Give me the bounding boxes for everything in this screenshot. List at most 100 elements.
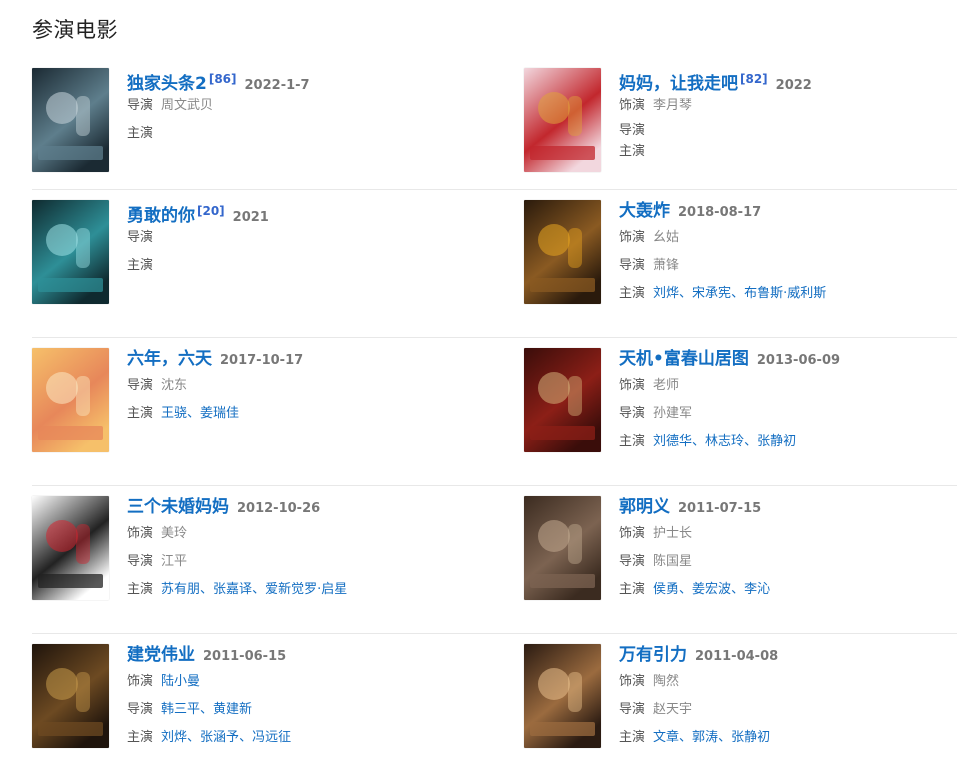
person-link[interactable]: 侯勇 [653,582,679,597]
person-link[interactable]: 韩三平 [161,702,200,717]
film-card: 三个未婚妈妈 2012-10-26 饰演 美玲 导演 江平 主演 苏有朋、张嘉译、爱新觉罗·启… [32,496,462,606]
film-title-line: 天机•富春山居图 2013-06-09 [619,346,949,372]
person-link[interactable]: 王骁 [161,406,187,421]
name-separator: 、 [679,730,693,745]
credit-label: 导演 [127,702,154,717]
film-title-line: 勇敢的你 [20] 2021 [127,198,457,226]
credit-line: 导演 萧锋 [619,252,949,280]
credit-label: 导演 [619,702,646,717]
name-separator: 、 [731,582,745,597]
person-link[interactable]: 林志玲 [705,434,744,449]
person-link[interactable]: 李沁 [744,582,770,597]
film-title-link[interactable]: 万有引力 [619,645,687,665]
release-date: 2022-1-7 [244,78,310,93]
film-poster-image[interactable] [524,200,601,304]
release-date: 2018-08-17 [678,205,762,220]
person-name: 沈东 [161,378,188,393]
film-row: 六年，六天 2017-10-17 导演 沈东 主演 王骁、姜瑞佳 天机•富春山居图 2013-… [32,338,957,486]
film-title-link[interactable]: 独家头条2 [127,74,207,94]
person-name: 老师 [653,378,680,393]
film-title-link[interactable]: 三个未婚妈妈 [127,497,229,517]
film-poster-image[interactable] [524,496,601,600]
person-link[interactable]: 张静初 [731,730,770,745]
credit-label: 主演 [619,582,646,597]
film-poster-image[interactable] [524,68,601,172]
person-link[interactable]: 姜瑞佳 [200,406,239,421]
credit-label: 导演 [619,123,646,138]
release-date: 2021 [232,210,269,225]
credit-line: 主演 [127,252,457,280]
film-card: 郭明义 2011-07-15 饰演 护士长 导演 陈国星 主演 侯勇、姜宏波、李沁 [524,496,954,606]
credit-label: 主演 [619,144,646,159]
person-link[interactable]: 陆小曼 [161,674,200,689]
film-info: 妈妈，让我走吧 [82] 2022 饰演 李月琴导演主演 [619,66,949,162]
film-title-link[interactable]: 建党伟业 [127,645,195,665]
credit-line: 导演 江平 [127,548,457,576]
person-link[interactable]: 文章 [653,730,679,745]
film-card: 天机•富春山居图 2013-06-09 饰演 老师 导演 孙建军 主演 刘德华、林志玲、张静初 [524,348,954,458]
film-title-link[interactable]: 妈妈，让我走吧 [619,74,738,94]
person-link[interactable]: 爱新觉罗·启星 [265,582,347,597]
credit-line: 导演 [127,224,457,252]
credit-label: 饰演 [619,674,646,689]
credit-line: 主演 [619,141,949,162]
person-link[interactable]: 张静初 [757,434,796,449]
credit-label: 导演 [127,378,154,393]
film-poster-image[interactable] [32,644,109,748]
film-title-link[interactable]: 勇敢的你 [127,206,195,226]
film-poster-image[interactable] [32,68,109,172]
reference-link[interactable]: [82] [740,72,768,86]
film-title-link[interactable]: 郭明义 [619,497,670,517]
film-poster-image[interactable] [32,200,109,304]
credit-line: 饰演 幺姑 [619,224,949,252]
section-title: 参演电影 [32,18,118,42]
film-poster-image[interactable] [524,348,601,452]
release-date: 2013-06-09 [756,353,841,368]
film-poster-image[interactable] [32,348,109,452]
person-name: 护士长 [653,526,693,541]
person-link[interactable]: 布鲁斯·威利斯 [744,286,826,301]
release-date: 2011-07-15 [678,501,762,516]
credit-label: 导演 [619,406,646,421]
credit-line: 导演 陈国星 [619,548,949,576]
person-link[interactable]: 刘烨 [161,730,187,745]
person-link[interactable]: 张嘉译 [213,582,252,597]
person-link[interactable]: 苏有朋 [161,582,200,597]
credit-line: 主演 侯勇、姜宏波、李沁 [619,576,949,604]
film-info: 六年，六天 2017-10-17 导演 沈东 主演 王骁、姜瑞佳 [127,346,457,428]
film-title-line: 大轰炸 2018-08-17 [619,198,949,224]
name-separator: 、 [731,286,745,301]
person-link[interactable]: 冯远征 [252,730,291,745]
person-link[interactable]: 姜宏波 [692,582,731,597]
credit-line: 导演 沈东 [127,372,457,400]
credit-line: 主演 刘德华、林志玲、张静初 [619,428,949,456]
person-link[interactable]: 刘烨 [653,286,679,301]
film-title-link[interactable]: 大轰炸 [619,201,670,221]
film-title-line: 妈妈，让我走吧 [82] 2022 [619,66,949,94]
reference-link[interactable]: [86] [209,72,237,86]
film-card: 独家头条2 [86] 2022-1-7 导演 周文武贝 主演 [32,68,462,178]
film-card: 建党伟业 2011-06-15 饰演 陆小曼 导演 韩三平、黄建新 主演 刘烨、张涵予、冯远征 [32,644,462,754]
credit-line: 饰演 李月琴 [619,92,949,120]
film-poster-image[interactable] [32,496,109,600]
person-name: 美玲 [161,526,188,541]
release-date: 2022 [775,78,812,93]
film-title-link[interactable]: 六年，六天 [127,349,212,369]
person-link[interactable]: 张涵予 [200,730,239,745]
film-title-line: 建党伟业 2011-06-15 [127,642,457,668]
film-info: 大轰炸 2018-08-17 饰演 幺姑 导演 萧锋 主演 刘烨、宋承宪、布鲁斯·威利斯 [619,198,949,308]
credit-label: 饰演 [619,378,646,393]
credit-line: 主演 王骁、姜瑞佳 [127,400,457,428]
film-title-link[interactable]: 天机•富春山居图 [619,349,749,369]
person-link[interactable]: 郭涛 [692,730,718,745]
film-poster-image[interactable] [524,644,601,748]
person-link[interactable]: 刘德华 [653,434,692,449]
reference-link[interactable]: [20] [197,204,225,218]
person-link[interactable]: 宋承宪 [692,286,731,301]
film-grid: 独家头条2 [86] 2022-1-7 导演 周文武贝 主演 妈妈，让我走吧 [82] 2022… [32,58,957,781]
name-separator: 、 [692,434,706,449]
credit-line: 导演 周文武贝 [127,92,457,120]
credit-line: 饰演 护士长 [619,520,949,548]
person-link[interactable]: 黄建新 [213,702,252,717]
release-date: 2012-10-26 [237,501,321,516]
